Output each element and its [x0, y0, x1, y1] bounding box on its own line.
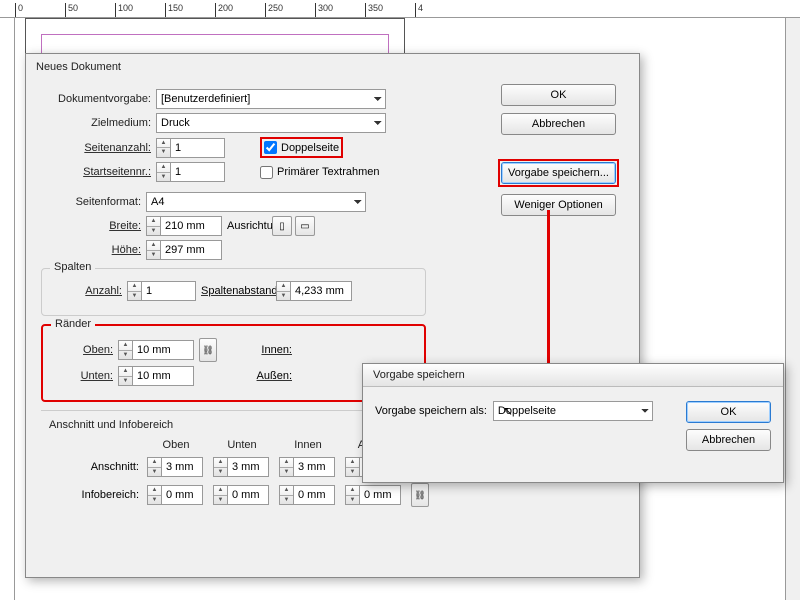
cursor-icon: ↖ [503, 404, 513, 418]
pages-label: Seitenanzahl: [41, 142, 151, 154]
save-as-label: Vorgabe speichern als: [375, 405, 487, 417]
pagesize-select[interactable]: A4 [146, 192, 366, 212]
cancel-button[interactable]: Abbrechen [501, 113, 616, 135]
orientation-landscape-icon[interactable]: ▭ [295, 216, 315, 236]
spinner-icon[interactable]: ▲▼ [276, 281, 290, 301]
spinner-icon[interactable]: ▲▼ [146, 216, 160, 236]
preset-label: Dokumentvorgabe: [41, 93, 151, 105]
gutter-field[interactable]: ▲▼ [276, 281, 352, 301]
new-document-dialog: Neues Dokument Dokumentvorgabe: [Benutze… [25, 53, 640, 578]
bleed-top-field[interactable]: ▲▼ [147, 457, 205, 477]
link-margins-icon[interactable]: ⛓ [199, 338, 217, 362]
vertical-ruler [0, 18, 15, 600]
save-ok-button[interactable]: OK [686, 401, 771, 423]
slug-label: Infobereich: [49, 489, 139, 501]
bleed-label: Anschnitt: [49, 461, 139, 473]
save-as-select[interactable]: Doppelseite [493, 401, 653, 421]
intent-select[interactable]: Druck [156, 113, 386, 133]
slug-top-field[interactable]: ▲▼ [147, 485, 205, 505]
link-slug-icon[interactable]: ⛓ [411, 483, 429, 507]
dialog-title: Neues Dokument [26, 54, 639, 80]
margin-bottom-field[interactable]: ▲▼ [118, 366, 194, 386]
spinner-icon[interactable]: ▲▼ [156, 138, 170, 158]
fewer-options-button[interactable]: Weniger Optionen [501, 194, 616, 216]
primary-frame-checkbox[interactable]: Primärer Textrahmen [260, 166, 380, 179]
colcount-field[interactable]: ▲▼ [127, 281, 196, 301]
slug-bottom-field[interactable]: ▲▼ [213, 485, 271, 505]
margin-bottom-label: Unten: [53, 370, 113, 382]
startpage-field[interactable]: ▲▼ [156, 162, 225, 182]
slug-outside-field[interactable]: ▲▼ [345, 485, 403, 505]
pagesize-label: Seitenformat: [41, 196, 141, 208]
facing-pages-checkbox[interactable]: Doppelseite [264, 141, 339, 154]
save-preset-button[interactable]: Vorgabe speichern... [501, 162, 616, 184]
panels-strip[interactable] [785, 18, 800, 600]
spinner-icon[interactable]: ▲▼ [127, 281, 141, 301]
orientation-label: Ausrichtung: [227, 220, 267, 232]
save-dialog-title: Vorgabe speichern [363, 364, 783, 387]
startpage-label: Startseitennr.: [41, 166, 151, 178]
height-label: Höhe: [41, 244, 141, 256]
spinner-icon[interactable]: ▲▼ [156, 162, 170, 182]
pages-field[interactable]: ▲▼ [156, 138, 225, 158]
margin-inside-label: Innen: [222, 344, 292, 356]
preset-select[interactable]: [Benutzerdefiniert] [156, 89, 386, 109]
gutter-label: Spaltenabstand: [201, 285, 271, 297]
bleed-bottom-field[interactable]: ▲▼ [213, 457, 271, 477]
height-field[interactable]: ▲▼ [146, 240, 222, 260]
save-cancel-button[interactable]: Abbrechen [686, 429, 771, 451]
horizontal-ruler: 0 50 100 150 200 250 300 350 4 [0, 0, 800, 18]
spinner-icon[interactable]: ▲▼ [146, 240, 160, 260]
width-label: Breite: [41, 220, 141, 232]
colcount-label: Anzahl: [52, 285, 122, 297]
columns-group: Spalten Anzahl: ▲▼ Spaltenabstand: ▲▼ [41, 268, 426, 316]
orientation-portrait-icon[interactable]: ▯ [272, 216, 292, 236]
save-preset-highlight: Vorgabe speichern... [498, 159, 619, 187]
margin-top-field[interactable]: ▲▼ [118, 340, 194, 360]
width-field[interactable]: ▲▼ [146, 216, 222, 236]
spinner-icon[interactable]: ▲▼ [118, 366, 132, 386]
facing-pages-highlight: Doppelseite [260, 137, 343, 158]
margin-outside-label: Außen: [222, 370, 292, 382]
slug-inside-field[interactable]: ▲▼ [279, 485, 337, 505]
dialog-buttons: OK Abbrechen Vorgabe speichern... Wenige… [498, 84, 619, 216]
spinner-icon[interactable]: ▲▼ [118, 340, 132, 360]
margin-top-label: Oben: [53, 344, 113, 356]
bleed-inside-field[interactable]: ▲▼ [279, 457, 337, 477]
ok-button[interactable]: OK [501, 84, 616, 106]
save-preset-dialog: Vorgabe speichern Vorgabe speichern als:… [362, 363, 784, 483]
intent-label: Zielmedium: [41, 117, 151, 129]
